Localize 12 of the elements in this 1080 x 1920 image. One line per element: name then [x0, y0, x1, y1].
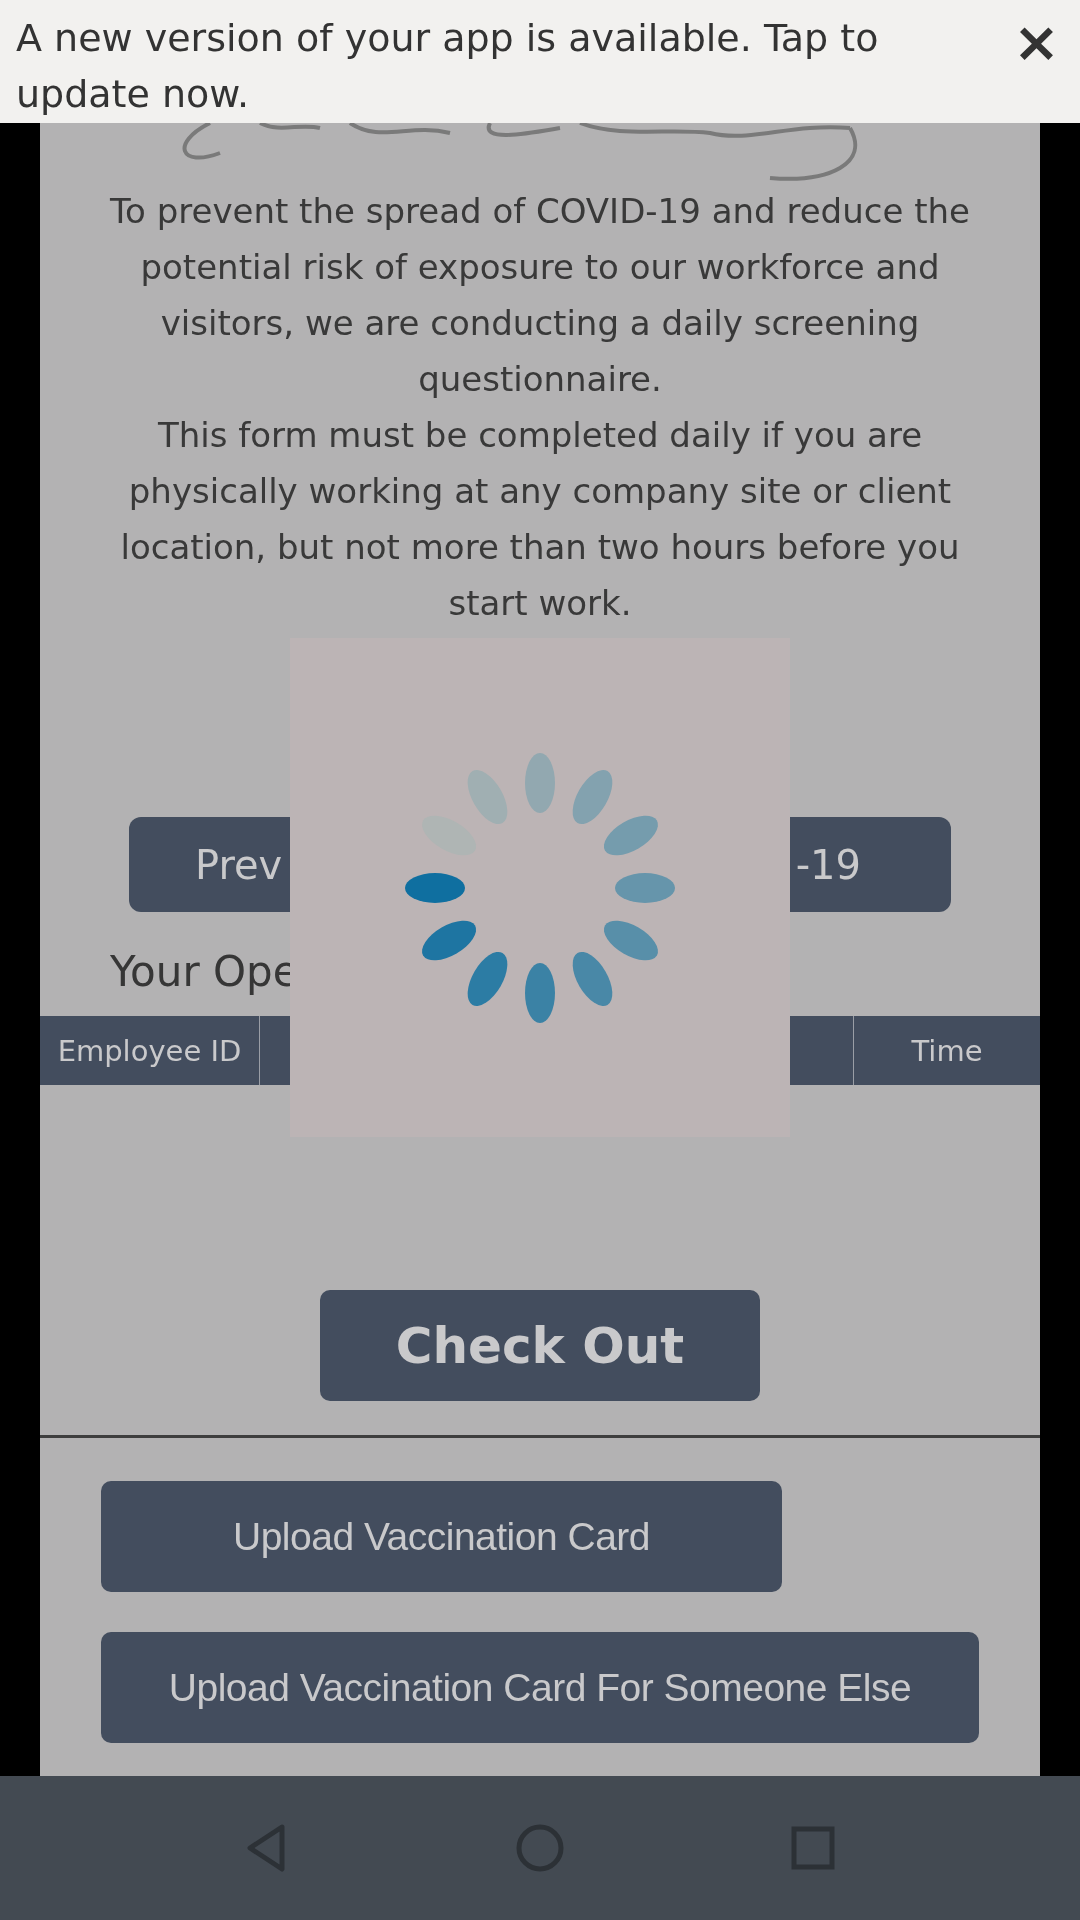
close-button[interactable]: ×	[1013, 10, 1060, 74]
spinner-icon	[405, 752, 675, 1023]
update-banner[interactable]: A new version of your app is available. Tap to update now. ×	[0, 0, 1080, 123]
update-message: A new version of your app is available. Tap to update now.	[16, 15, 880, 118]
check-out-button[interactable]: Check Out	[320, 1290, 760, 1401]
upload-button[interactable]: Upload Vaccination Card	[101, 1481, 782, 1592]
intro-paragraph: To prevent the spread of COVID-19 and reduce the potential risk of exposure to our workforce and visitors, we are conducting a daily screening questionnaire.	[109, 190, 971, 401]
intro-paragraph: This form must be completed daily if you are physically working at any company site or client location, but not more than two hours before you start work.	[119, 414, 961, 625]
column-header: Time	[853, 1016, 1040, 1085]
home-icon[interactable]	[515, 1823, 565, 1873]
column-header: Employee ID	[40, 1016, 260, 1085]
upload-button[interactable]: Upload Vaccination Card For Someone Else	[101, 1632, 979, 1743]
